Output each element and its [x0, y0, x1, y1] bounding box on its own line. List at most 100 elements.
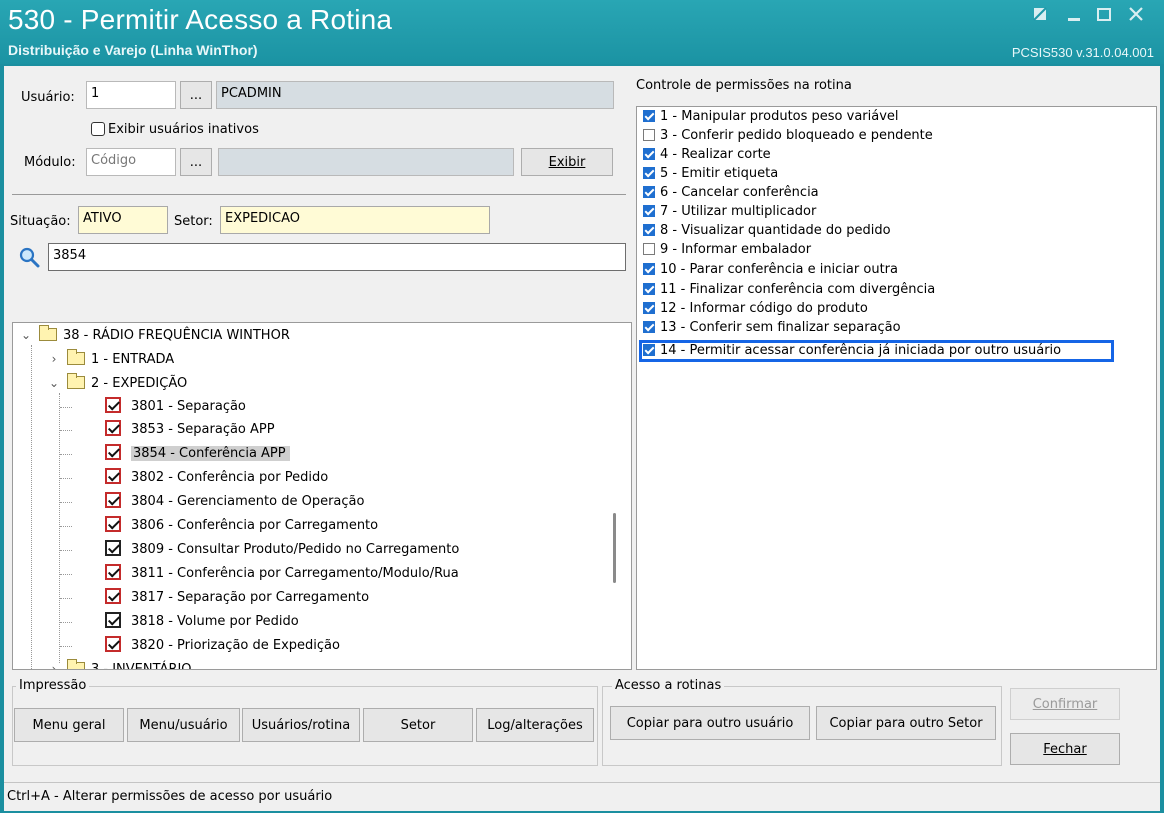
chevron-right-icon[interactable]: › [47, 658, 61, 669]
confirmar-button[interactable]: Confirmar [1010, 688, 1120, 720]
tree-scrollbar-thumb[interactable] [613, 513, 616, 583]
tree-item-label: 3806 - Conferência por Carregamento [131, 518, 379, 533]
tree-connector [60, 598, 72, 599]
item-checkbox[interactable] [105, 444, 121, 460]
setor-button[interactable]: Setor [363, 708, 473, 742]
item-checkbox[interactable] [105, 540, 121, 556]
tree-item-label: 3854 - Conferência APP [131, 446, 290, 461]
permission-item[interactable]: 12 - Informar código do produto [643, 299, 868, 318]
copiar-usuario-button[interactable]: Copiar para outro usuário [610, 706, 810, 740]
usuario-label-text: Usuário: [21, 90, 75, 105]
tree-connector [60, 454, 72, 455]
item-checkbox[interactable] [105, 516, 121, 532]
tree-node-expedicao[interactable]: ⌄ 2 - EXPEDIÇÃO [47, 372, 187, 394]
tree-item[interactable]: 3818 - Volume por Pedido [105, 611, 299, 633]
permission-checkbox[interactable] [643, 243, 655, 255]
fechar-button[interactable]: Fechar [1010, 733, 1120, 765]
menu-usuario-button[interactable]: Menu/usuário [127, 708, 240, 742]
permissions-list[interactable]: 1 - Manipular produtos peso variável 3 -… [636, 106, 1157, 670]
permission-item[interactable]: 7 - Utilizar multiplicador [643, 202, 816, 221]
permission-item[interactable]: 1 - Manipular produtos peso variável [643, 107, 899, 126]
permission-label: 6 - Cancelar conferência [660, 185, 819, 200]
permission-label: 3 - Conferir pedido bloqueado e pendente [660, 128, 933, 143]
item-checkbox[interactable] [105, 397, 121, 413]
status-bar: Ctrl+A - Alterar permissões de acesso po… [4, 782, 1160, 811]
copiar-setor-button[interactable]: Copiar para outro Setor [816, 706, 996, 740]
item-checkbox[interactable] [105, 612, 121, 628]
permission-checkbox[interactable] [643, 283, 655, 295]
inativos-checkbox-row[interactable]: Exibir usuários inativos [91, 122, 259, 137]
permission-label: 5 - Emitir etiqueta [660, 166, 779, 181]
tree-node-entrada[interactable]: › 1 - ENTRADA [47, 348, 174, 370]
setor-field: EXPEDICAO [220, 206, 490, 234]
log-alteracoes-button[interactable]: Log/alterações [476, 708, 594, 742]
tree-item-selected[interactable]: 3854 - Conferência APP [105, 443, 290, 465]
search-icon[interactable] [18, 246, 42, 270]
tree-connector [60, 430, 72, 431]
usuarios-rotina-button[interactable]: Usuários/rotina [242, 708, 360, 742]
permission-item[interactable]: 9 - Informar embalador [643, 240, 811, 259]
permission-checkbox[interactable] [643, 129, 655, 141]
restore-icon[interactable] [1030, 6, 1050, 26]
permission-item[interactable]: 11 - Finalizar conferência com divergênc… [643, 280, 935, 299]
permissions-title: Controle de permissões na rotina [636, 78, 852, 93]
exibir-button[interactable]: Exibir [521, 148, 613, 176]
chevron-down-icon[interactable]: ⌄ [19, 324, 33, 346]
permission-label: 8 - Visualizar quantidade do pedido [660, 223, 891, 238]
tree-item[interactable]: 3802 - Conferência por Pedido [105, 467, 328, 489]
tree-node-root[interactable]: ⌄ 38 - RÁDIO FREQUÊNCIA WINTHOR [19, 324, 290, 346]
item-checkbox[interactable] [105, 468, 121, 484]
permission-checkbox[interactable] [643, 110, 655, 122]
tree-item[interactable]: 3806 - Conferência por Carregamento [105, 515, 378, 537]
permission-item[interactable]: 10 - Parar conferência e iniciar outra [643, 260, 898, 279]
tree-item[interactable]: 3801 - Separação [105, 396, 246, 418]
permission-item[interactable]: 4 - Realizar corte [643, 145, 771, 164]
item-checkbox[interactable] [105, 420, 121, 436]
chevron-right-icon[interactable]: › [47, 348, 61, 370]
tree-item[interactable]: 3804 - Gerenciamento de Operação [105, 491, 364, 513]
folder-icon [39, 325, 57, 341]
permission-checkbox[interactable] [643, 148, 655, 160]
permission-item[interactable]: 13 - Conferir sem finalizar separação [643, 318, 901, 337]
permission-checkbox[interactable] [643, 302, 655, 314]
permission-item[interactable]: 8 - Visualizar quantidade do pedido [643, 221, 891, 240]
tree-connector [60, 574, 72, 575]
search-input[interactable]: 3854 [48, 243, 626, 271]
setor-label: Setor: [174, 214, 213, 229]
tree-item[interactable]: 3817 - Separação por Carregamento [105, 587, 369, 609]
permission-checkbox[interactable] [643, 321, 655, 333]
permission-checkbox[interactable] [643, 263, 655, 275]
item-checkbox[interactable] [105, 564, 121, 580]
modulo-browse-button[interactable]: ... [180, 148, 212, 176]
inativos-label: Exibir usuários inativos [108, 122, 259, 137]
tree-item[interactable]: 3809 - Consultar Produto/Pedido no Carre… [105, 539, 459, 561]
tree-item[interactable]: 3853 - Separação APP [105, 419, 275, 441]
tree-item[interactable]: 3811 - Conferência por Carregamento/Modu… [105, 563, 459, 585]
button-label: Copiar para outro Setor [829, 715, 983, 731]
minimize-icon[interactable] [1064, 6, 1084, 26]
permission-checkbox[interactable] [643, 167, 655, 179]
menu-geral-button[interactable]: Menu geral [14, 708, 124, 742]
modulo-code-input[interactable]: Código [86, 148, 176, 176]
usuario-code-input[interactable]: 1 [86, 81, 176, 109]
tree-node-inventario[interactable]: › 3 - INVENTÁRIO [47, 658, 192, 669]
close-icon[interactable] [1126, 6, 1146, 26]
permission-checkbox[interactable] [643, 205, 655, 217]
permission-item[interactable]: 6 - Cancelar conferência [643, 183, 819, 202]
inativos-checkbox[interactable] [91, 122, 105, 136]
permission-checkbox[interactable] [643, 224, 655, 236]
item-checkbox[interactable] [105, 492, 121, 508]
permission-item[interactable]: 3 - Conferir pedido bloqueado e pendente [643, 126, 933, 145]
restore-glyph [1033, 7, 1047, 21]
item-checkbox[interactable] [105, 636, 121, 652]
permission-label: 4 - Realizar corte [660, 147, 771, 162]
chevron-down-icon[interactable]: ⌄ [47, 372, 61, 394]
permission-item[interactable]: 5 - Emitir etiqueta [643, 164, 778, 183]
usuario-browse-button[interactable]: ... [180, 81, 212, 109]
item-checkbox[interactable] [105, 588, 121, 604]
tree-item[interactable]: 3820 - Priorização de Expedição [105, 635, 340, 657]
routine-tree[interactable]: ⌄ 38 - RÁDIO FREQUÊNCIA WINTHOR › 1 - ENTR… [12, 322, 632, 670]
permission-checkbox[interactable] [643, 186, 655, 198]
maximize-icon[interactable] [1094, 6, 1114, 26]
tree-item-label: 3817 - Separação por Carregamento [131, 590, 370, 605]
